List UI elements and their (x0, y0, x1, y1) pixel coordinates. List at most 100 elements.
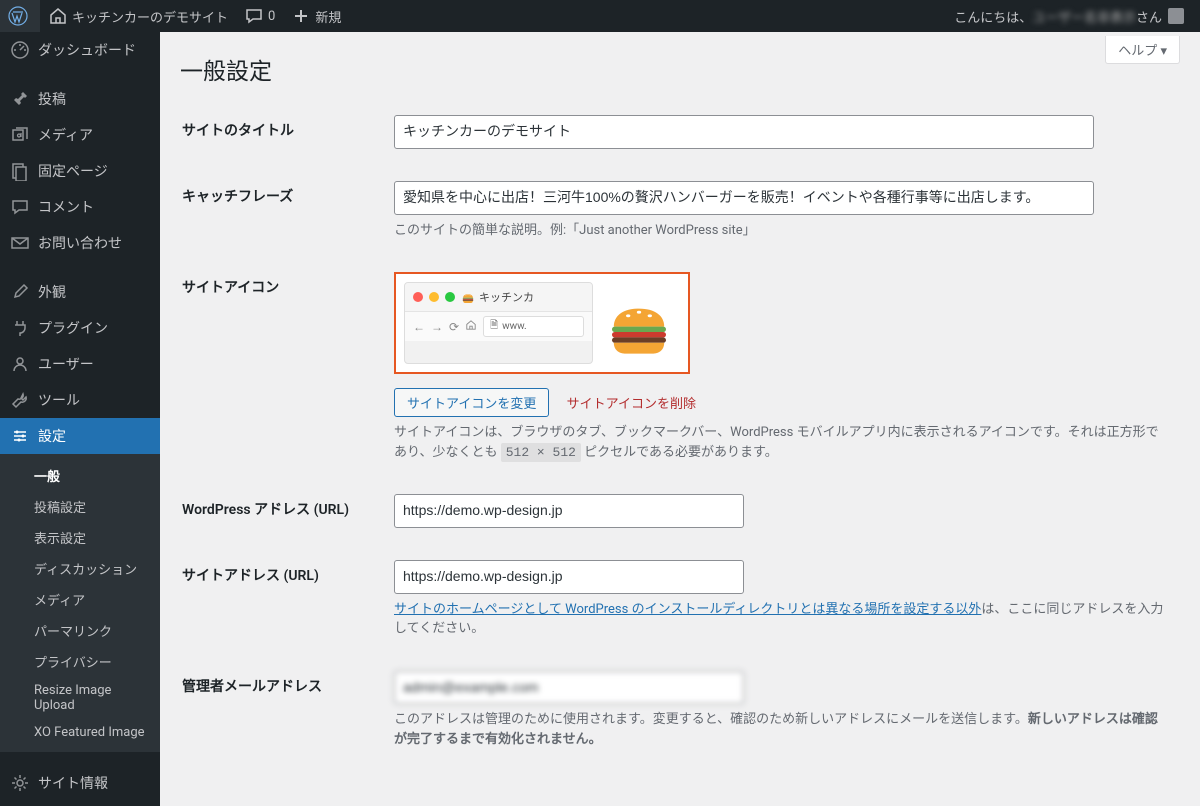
desc-site-url: サイトのホームページとして WordPress のインストールディレクトリとは異… (394, 600, 1168, 639)
change-site-icon-button[interactable]: サイトアイコンを変更 (394, 388, 549, 417)
menu-label: お問い合わせ (38, 233, 122, 253)
sliders-icon (10, 426, 30, 446)
admin-sidebar: ダッシュボード 投稿 メディア 固定ページ コメント お問い合わせ 外観 プラグ… (0, 32, 160, 806)
label-site-title: サイトのタイトル (182, 100, 382, 164)
greeting-user: ユーザー名非表示 (1032, 7, 1136, 26)
app-icon-preview (599, 282, 680, 364)
avatar (1168, 8, 1184, 24)
forward-icon: → (431, 320, 443, 334)
url-bar: 🗎 www. (483, 316, 584, 337)
menu-pages[interactable]: 固定ページ (0, 153, 160, 189)
comment-icon (244, 6, 264, 26)
submenu-media[interactable]: メディア (0, 584, 160, 615)
comment-icon (10, 197, 30, 217)
browser-tab: キッチンカ (461, 289, 534, 305)
pin-icon (10, 89, 30, 109)
comments-count: 0 (268, 9, 275, 24)
label-tagline: キャッチフレーズ (182, 166, 382, 255)
menu-label: 固定ページ (38, 161, 108, 181)
remove-site-icon-link[interactable]: サイトアイコンを削除 (567, 397, 696, 412)
menu-label: ツール (38, 390, 80, 410)
window-dot-green (445, 292, 455, 302)
greeting-suffix: さん (1136, 7, 1162, 26)
new-content-link[interactable]: 新規 (283, 0, 349, 32)
submenu-general[interactable]: 一般 (0, 460, 160, 491)
menu-dashboard[interactable]: ダッシュボード (0, 32, 160, 68)
wrench-icon (10, 390, 30, 410)
browser-preview: キッチンカ ← → ⟳ 🗎www. (404, 282, 593, 364)
submenu-discussion[interactable]: ディスカッション (0, 553, 160, 584)
site-icon-preview: キッチンカ ← → ⟳ 🗎www. (394, 272, 690, 374)
browser-tab-text: キッチンカ (479, 289, 534, 305)
menu-settings[interactable]: 設定 (0, 418, 160, 454)
settings-submenu: 一般 投稿設定 表示設定 ディスカッション メディア パーマリンク プライバシー… (0, 454, 160, 752)
admin-toolbar: キッチンカーのデモサイト 0 新規 こんにちは、 ユーザー名非表示 さん (0, 0, 1200, 32)
menu-contact[interactable]: お問い合わせ (0, 225, 160, 261)
label-wp-url: WordPress アドレス (URL) (182, 479, 382, 543)
submenu-writing[interactable]: 投稿設定 (0, 491, 160, 522)
input-admin-email[interactable] (394, 671, 744, 705)
media-icon (10, 125, 30, 145)
menu-media[interactable]: メディア (0, 117, 160, 153)
plus-icon (291, 6, 311, 26)
burger-icon (603, 287, 675, 359)
window-dot-red (413, 292, 423, 302)
submenu-resize-image-upload[interactable]: Resize Image Upload (0, 677, 160, 719)
menu-label: 投稿 (38, 89, 66, 109)
site-url-help-link[interactable]: サイトのホームページとして WordPress のインストールディレクトリとは異… (394, 602, 981, 617)
help-tab[interactable]: ヘルプ ▾ (1105, 36, 1180, 64)
window-dot-yellow (429, 292, 439, 302)
input-tagline[interactable] (394, 181, 1094, 215)
wp-logo[interactable] (0, 0, 40, 32)
file-icon: 🗎 (490, 318, 498, 335)
favicon-burger-icon (461, 290, 475, 304)
menu-plugins[interactable]: プラグイン (0, 310, 160, 346)
content-area: ヘルプ ▾ 一般設定 サイトのタイトル キャッチフレーズ このサイトの簡単な説明… (160, 32, 1200, 806)
menu-label: サイト情報 (38, 773, 108, 793)
menu-appearance[interactable]: 外観 (0, 274, 160, 310)
input-site-title[interactable] (394, 115, 1094, 149)
menu-label: メディア (38, 125, 93, 145)
menu-label: 外観 (38, 282, 66, 302)
menu-tools[interactable]: ツール (0, 382, 160, 418)
menu-users[interactable]: ユーザー (0, 346, 160, 382)
label-site-icon: サイトアイコン (182, 257, 382, 477)
menu-label: プラグイン (38, 318, 108, 338)
page-title: 一般設定 (180, 32, 1180, 98)
greeting-prefix: こんにちは、 (954, 7, 1032, 26)
submenu-reading[interactable]: 表示設定 (0, 522, 160, 553)
mail-icon (10, 233, 30, 253)
url-text: www. (502, 321, 527, 332)
menu-label: ダッシュボード (38, 40, 136, 60)
account-link[interactable]: こんにちは、 ユーザー名非表示 さん (946, 0, 1192, 32)
label-admin-email: 管理者メールアドレス (182, 656, 382, 765)
menu-site-info[interactable]: サイト情報 (0, 765, 160, 801)
input-wp-url[interactable] (394, 494, 744, 528)
desc-admin-email: このアドレスは管理のために使用されます。変更すると、確認のため新しいアドレスにメ… (394, 710, 1168, 749)
new-label: 新規 (315, 7, 341, 26)
desc-site-icon: サイトアイコンは、ブラウザのタブ、ブックマークバー、WordPress モバイル… (394, 423, 1168, 462)
submenu-privacy[interactable]: プライバシー (0, 646, 160, 677)
gear-icon (10, 773, 30, 793)
menu-comments[interactable]: コメント (0, 189, 160, 225)
site-name-text: キッチンカーのデモサイト (72, 7, 228, 26)
submenu-permalink[interactable]: パーマリンク (0, 615, 160, 646)
menu-label: コメント (38, 197, 94, 217)
menu-posts[interactable]: 投稿 (0, 81, 160, 117)
back-icon: ← (413, 320, 425, 334)
home-icon (465, 319, 477, 334)
label-site-url: サイトアドレス (URL) (182, 545, 382, 654)
user-icon (10, 354, 30, 374)
brush-icon (10, 282, 30, 302)
wordpress-icon (8, 6, 28, 26)
comments-link[interactable]: 0 (236, 0, 283, 32)
site-name-link[interactable]: キッチンカーのデモサイト (40, 0, 236, 32)
site-icon-size-code: 512 × 512 (501, 443, 581, 462)
input-site-url[interactable] (394, 560, 744, 594)
plug-icon (10, 318, 30, 338)
dashboard-icon (10, 40, 30, 60)
submenu-xo-featured-image[interactable]: XO Featured Image (0, 719, 160, 746)
menu-label: ユーザー (38, 354, 94, 374)
page-icon (10, 161, 30, 181)
desc-tagline: このサイトの簡単な説明。例:「Just another WordPress si… (394, 221, 1168, 241)
